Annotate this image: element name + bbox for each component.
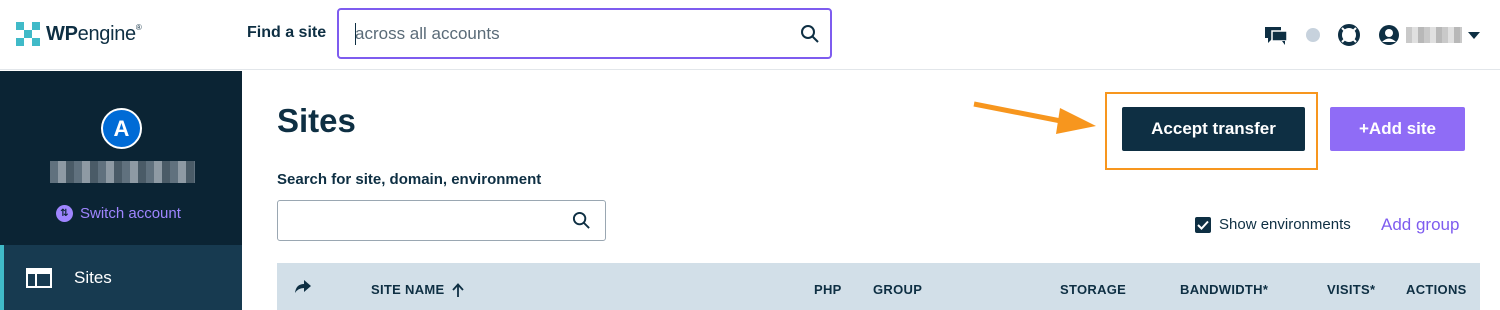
user-icon (1379, 25, 1399, 45)
account-name-redacted (50, 161, 195, 183)
find-site-label: Find a site (247, 24, 327, 41)
column-site-name[interactable]: SITE NAME (371, 282, 465, 297)
column-actions: ACTIONS (1406, 282, 1467, 297)
sites-table-header: SITE NAME PHP GROUP STORAGE BANDWIDTH* V… (277, 263, 1480, 310)
column-label: SITE NAME (371, 282, 445, 297)
column-bandwidth[interactable]: BANDWIDTH* (1180, 282, 1268, 297)
wp-engine-logo[interactable]: WPengine® (16, 20, 142, 48)
show-environments-toggle[interactable]: Show environments (1195, 216, 1351, 233)
chevron-down-icon[interactable] (1468, 31, 1480, 39)
search-icon[interactable] (800, 24, 820, 44)
column-group[interactable]: GROUP (873, 282, 922, 297)
column-php[interactable]: PHP (814, 282, 842, 297)
checkmark-icon (1197, 220, 1209, 230)
show-environments-label: Show environments (1219, 216, 1351, 233)
sidebar-item-sites[interactable]: Sites (0, 245, 242, 310)
user-menu[interactable] (1378, 24, 1480, 46)
user-name-redacted (1406, 27, 1462, 43)
page-title: Sites (277, 102, 356, 139)
show-environments-checkbox[interactable] (1195, 216, 1211, 233)
site-search[interactable] (277, 200, 606, 241)
help-lifebuoy-icon[interactable] (1338, 24, 1360, 46)
orange-arrow-annotation (973, 101, 1096, 134)
text-caret (355, 23, 356, 45)
chat-icon[interactable] (1264, 24, 1288, 46)
header-actions (1264, 22, 1480, 48)
status-dot (1306, 28, 1320, 42)
switch-account-link[interactable]: ⇅ Switch account (56, 205, 181, 222)
site-search-input[interactable] (288, 209, 558, 233)
sites-icon (26, 267, 52, 288)
column-storage[interactable]: STORAGE (1060, 282, 1126, 297)
column-visits[interactable]: VISITS* (1327, 282, 1375, 297)
add-site-button[interactable]: +Add site (1330, 107, 1465, 151)
switch-account-label: Switch account (80, 205, 181, 222)
sidebar-item-label: Sites (74, 267, 112, 287)
wp-engine-logo-icon (16, 22, 40, 46)
switch-icon: ⇅ (56, 205, 73, 222)
top-bar: WPengine® Find a site (0, 0, 1500, 70)
account-panel: A ⇅ Switch account (0, 71, 242, 245)
account-avatar: A (101, 108, 142, 149)
accept-transfer-button[interactable]: Accept transfer (1122, 107, 1305, 151)
share-forward-icon[interactable] (295, 280, 311, 294)
find-site-search[interactable] (337, 8, 832, 59)
search-icon[interactable] (572, 211, 591, 230)
active-indicator (0, 245, 4, 310)
sort-arrow-up-icon[interactable] (452, 282, 465, 297)
sidebar: A ⇅ Switch account Sites (0, 71, 242, 310)
find-site-input[interactable] (355, 23, 785, 44)
logo-text: WPengine® (46, 22, 142, 45)
add-group-link[interactable]: Add group (1381, 215, 1459, 235)
site-search-label: Search for site, domain, environment (277, 171, 542, 188)
